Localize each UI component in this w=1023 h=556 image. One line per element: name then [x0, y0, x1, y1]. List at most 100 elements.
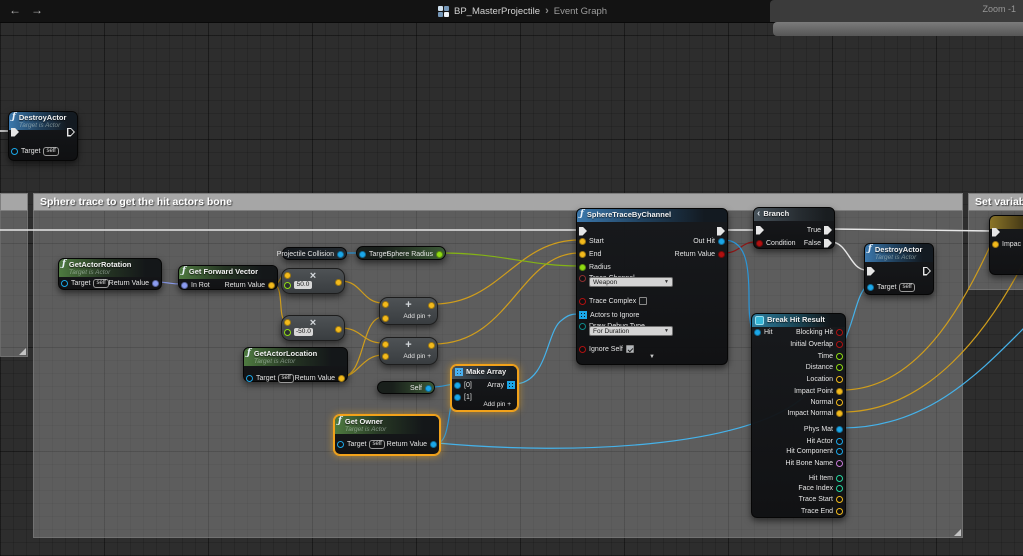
pin-array[interactable]: Array	[487, 380, 515, 390]
node-make-array[interactable]: Make Array[0][1]ArrayAdd pin +	[451, 365, 518, 411]
pin-trace-complex[interactable]: Trace Complex	[579, 296, 647, 306]
object-pin-icon[interactable]	[454, 394, 461, 401]
bool-pin-icon[interactable]	[579, 298, 586, 305]
object-pin-icon[interactable]	[718, 238, 725, 245]
float-pin-icon[interactable]	[836, 364, 843, 371]
pin-distance[interactable]: Distance	[806, 362, 843, 372]
pin-target[interactable]: Targetself	[337, 439, 385, 449]
pin-actors-to-ignore[interactable]: Actors to Ignore	[579, 310, 639, 320]
vector-pin-icon[interactable]	[382, 341, 389, 348]
add-pin-button[interactable]: Add pin +	[403, 313, 431, 320]
pin-exec[interactable]	[579, 226, 587, 236]
add-pin-button[interactable]: Add pin +	[483, 401, 511, 408]
int-pin-icon[interactable]	[836, 475, 843, 482]
object-pin-icon[interactable]	[337, 251, 344, 258]
vector-pin-icon[interactable]	[335, 326, 342, 333]
object-pin-icon[interactable]	[430, 441, 437, 448]
self-reference-box[interactable]: self	[43, 147, 58, 156]
exec-pin-icon[interactable]	[579, 227, 587, 236]
pin-target[interactable]: Targetself	[11, 146, 59, 156]
collapse-arrow-icon[interactable]: ▼	[577, 354, 727, 360]
pin-in-rot[interactable]: In Rot	[181, 280, 210, 290]
forward-arrow-icon[interactable]: →	[31, 3, 43, 17]
node-multiply-2[interactable]: ×-50.0	[281, 315, 345, 341]
pin-ignore-self[interactable]: Ignore Self	[579, 344, 634, 354]
pin-target[interactable]: Targetself	[246, 373, 294, 383]
pin-exec[interactable]	[67, 127, 75, 137]
pin-phys-mat[interactable]: Phys Mat	[804, 424, 843, 434]
value-field[interactable]: -50.0	[294, 328, 313, 336]
pin-return-value[interactable]: Return Value	[675, 249, 725, 259]
pin-impact-point[interactable]: Impact Point	[794, 386, 843, 396]
pin-trace-end[interactable]: Trace End	[801, 506, 843, 516]
pin-return-value[interactable]: Return Value	[225, 280, 275, 290]
pin-initial-overlap[interactable]: Initial Overlap	[790, 339, 843, 349]
pin-blocking-hit[interactable]: Blocking Hit	[796, 327, 843, 337]
object-pin-icon[interactable]	[836, 438, 843, 445]
pin-data[interactable]: 50.0	[284, 280, 312, 290]
vector-pin-icon[interactable]	[579, 238, 586, 245]
node-destroyactor-2[interactable]: ƒDestroyActorTarget is ActorTargetself	[864, 243, 934, 295]
pin-hit[interactable]: Hit	[754, 327, 773, 337]
enum-dropdown[interactable]: Weapon▼	[589, 277, 673, 287]
vector-pin-icon[interactable]	[382, 353, 389, 360]
enum_channel-pin-icon[interactable]	[579, 275, 586, 282]
exec-pin-icon[interactable]	[992, 228, 1000, 237]
pin-self[interactable]: Self	[410, 383, 432, 393]
bool-pin-icon[interactable]	[756, 240, 763, 247]
int-pin-icon[interactable]	[836, 485, 843, 492]
pin-data[interactable]	[382, 313, 389, 323]
pin-condition[interactable]: Condition	[756, 238, 796, 248]
node-getactorlocation[interactable]: ƒGetActorLocationTarget is ActorTargetse…	[243, 347, 348, 382]
vector-pin-icon[interactable]	[836, 376, 843, 383]
vector-pin-icon[interactable]	[836, 399, 843, 406]
pin-data[interactable]	[428, 340, 435, 350]
pin-impac[interactable]: Impac	[992, 239, 1021, 249]
overlay-scrollbar[interactable]	[773, 22, 1023, 36]
node-getactorrotation[interactable]: ƒGetActorRotationTarget is ActorTargetse…	[58, 258, 162, 290]
vector-pin-icon[interactable]	[284, 272, 291, 279]
pin-data[interactable]	[335, 277, 342, 287]
object-pin-icon[interactable]	[425, 385, 432, 392]
checkbox[interactable]	[639, 297, 647, 305]
node-break-hit-result[interactable]: Break Hit ResultHitBlocking HitInitial O…	[751, 313, 846, 518]
pin-exec[interactable]	[923, 266, 931, 276]
enum-dropdown[interactable]: For Duration▼	[589, 326, 673, 336]
pin-true[interactable]: True	[807, 225, 832, 235]
self-reference-box[interactable]: self	[278, 374, 293, 383]
checkbox[interactable]	[626, 345, 634, 353]
vector-pin-icon[interactable]	[836, 388, 843, 395]
pin-hit-actor[interactable]: Hit Actor	[807, 436, 843, 446]
exec-pin-icon[interactable]	[717, 227, 725, 236]
pin-face-index[interactable]: Face Index	[798, 483, 843, 493]
node-self[interactable]: Self	[377, 381, 435, 394]
pin-data[interactable]: -50.0	[284, 327, 313, 337]
pin-sphere-radius[interactable]: Sphere Radius	[387, 249, 443, 259]
pin-exec[interactable]	[756, 225, 764, 235]
object-pin-icon[interactable]	[359, 251, 366, 258]
bool-pin-icon[interactable]	[579, 346, 586, 353]
float-pin-icon[interactable]	[836, 353, 843, 360]
value-field[interactable]: 50.0	[294, 281, 312, 289]
pin-hit-component[interactable]: Hit Component	[786, 446, 843, 456]
node-branch[interactable]: ‹BranchTrueConditionFalse	[753, 207, 835, 249]
bool-pin-icon[interactable]	[718, 251, 725, 258]
self-reference-box[interactable]: self	[899, 283, 914, 292]
pin-radius[interactable]: Radius	[579, 262, 611, 272]
float-pin-icon[interactable]	[436, 251, 443, 258]
object-array-pin-icon[interactable]	[507, 381, 515, 389]
bool-pin-icon[interactable]	[836, 329, 843, 336]
node-multiply-1[interactable]: ×50.0	[281, 268, 345, 294]
pin-data[interactable]	[335, 324, 342, 334]
exec-pin-icon[interactable]	[824, 226, 832, 235]
vector-pin-icon[interactable]	[268, 282, 275, 289]
pin-exec[interactable]	[717, 226, 725, 236]
node-spheretracebychannel[interactable]: ƒSphereTraceByChannelStartOut HitEndRetu…	[576, 208, 728, 365]
rotator-pin-icon[interactable]	[181, 282, 188, 289]
breadcrumb-graph-name[interactable]: Event Graph	[554, 6, 607, 17]
pin-out-hit[interactable]: Out Hit	[693, 236, 725, 246]
exec-pin-icon[interactable]	[11, 128, 19, 137]
vector-pin-icon[interactable]	[579, 251, 586, 258]
pin-1[interactable]: [1]	[454, 392, 472, 402]
node-add-2[interactable]: +Add pin +	[379, 337, 438, 365]
